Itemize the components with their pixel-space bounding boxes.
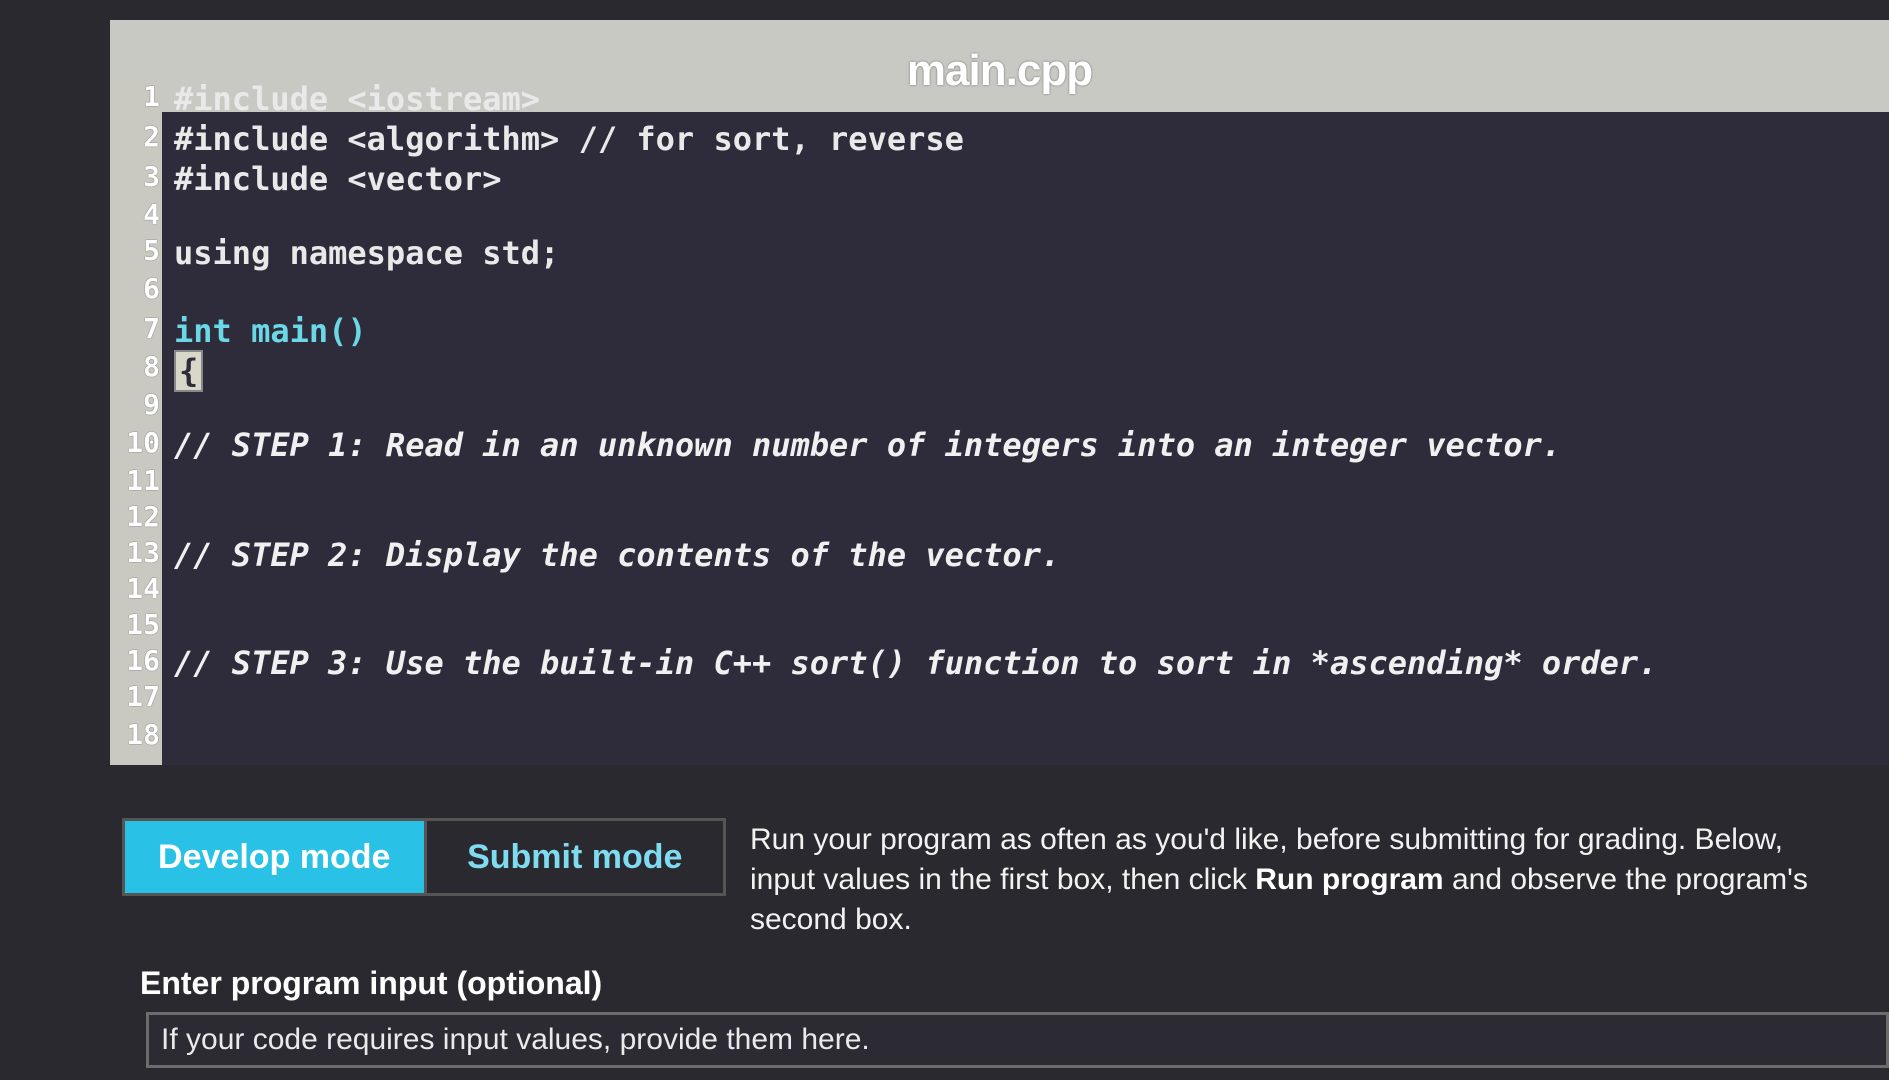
code-line[interactable]: 16 // STEP 3: Use the built-in C++ sort(… (110, 644, 1889, 684)
code-comment: // STEP 2: Display the contents of the v… (174, 536, 1061, 574)
line-number: 15 (126, 608, 160, 641)
line-number: 8 (143, 350, 160, 383)
help-line-3: second box. (750, 903, 912, 936)
line-number: 18 (126, 718, 160, 751)
line-number: 14 (126, 572, 160, 605)
code-line[interactable]: 18 (110, 718, 1889, 758)
code-line[interactable]: 5 using namespace std; (110, 234, 1889, 274)
help-text-fragment: input values in the first box, then clic… (750, 863, 1256, 896)
code-line[interactable]: 2 #include <algorithm> // for sort, reve… (110, 120, 1889, 160)
code-comment: // STEP 1: Read in an unknown number of … (174, 426, 1562, 464)
line-number: 6 (143, 272, 160, 305)
line-number: 11 (126, 464, 160, 497)
program-input-label: Enter program input (optional) (140, 965, 603, 1001)
code-line[interactable]: 13 // STEP 2: Display the contents of th… (110, 536, 1889, 576)
help-line-2: input values in the first box, then clic… (750, 860, 1889, 900)
code-text: #include <iostream> (174, 80, 541, 118)
code-line[interactable]: 7 int main() (110, 312, 1889, 352)
code-editor[interactable]: main.cpp 1 #include <iostream> 2 #includ… (110, 20, 1889, 765)
line-number: 5 (143, 234, 160, 267)
code-line[interactable]: 4 (110, 198, 1889, 238)
code-text: { (174, 350, 204, 392)
line-number: 2 (143, 120, 160, 153)
code-line[interactable]: 12 (110, 500, 1889, 540)
line-number: 17 (126, 680, 160, 713)
line-number: 1 (143, 80, 160, 113)
code-line[interactable]: 14 (110, 572, 1889, 612)
code-line[interactable]: 8 { (110, 350, 1889, 392)
program-input-field[interactable] (146, 1012, 1889, 1068)
code-line[interactable]: 17 (110, 680, 1889, 720)
code-line[interactable]: 3 #include <vector> (110, 160, 1889, 200)
line-number: 7 (143, 312, 160, 345)
run-program-reference: Run program (1255, 863, 1444, 896)
line-number: 12 (126, 500, 160, 533)
code-line[interactable]: 6 (110, 272, 1889, 312)
develop-mode-button[interactable]: Develop mode (125, 821, 424, 893)
mode-toggle: Develop mode Submit mode (122, 818, 726, 896)
zybooks-page: main.cpp 1 #include <iostream> 2 #includ… (0, 0, 1889, 1080)
help-text: Run your program as often as you'd like,… (750, 820, 1889, 940)
line-number: 13 (126, 536, 160, 569)
code-text: #include <vector> (174, 160, 502, 198)
code-line[interactable]: 9 (110, 388, 1889, 428)
line-number: 16 (126, 644, 160, 677)
code-comment: // STEP 3: Use the built-in C++ sort() f… (174, 644, 1658, 682)
code-text: int main() (174, 312, 367, 350)
line-number: 3 (143, 160, 160, 193)
code-text: #include <algorithm> // for sort, revers… (174, 120, 964, 158)
line-number: 9 (143, 388, 160, 421)
help-line-1: Run your program as often as you'd like,… (750, 823, 1783, 856)
code-line[interactable]: 15 (110, 608, 1889, 648)
line-number: 10 (126, 426, 160, 459)
line-number: 4 (143, 198, 160, 231)
help-text-fragment: and observe the program's (1443, 863, 1808, 896)
code-line[interactable]: 10 // STEP 1: Read in an unknown number … (110, 426, 1889, 466)
matching-brace: { (174, 350, 204, 392)
code-text: using namespace std; (174, 234, 560, 272)
submit-mode-button[interactable]: Submit mode (423, 821, 723, 893)
code-line[interactable]: 11 (110, 464, 1889, 504)
code-line[interactable]: 1 #include <iostream> (110, 80, 1889, 120)
